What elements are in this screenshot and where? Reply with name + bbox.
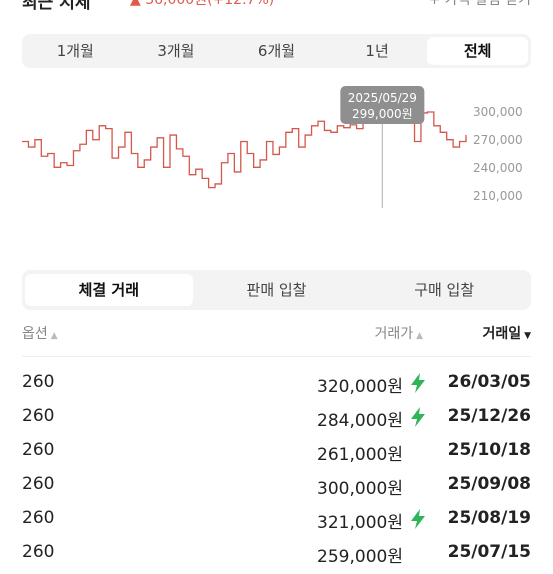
row-price: 300,000원 xyxy=(317,479,403,499)
row-option: 260 xyxy=(22,440,55,460)
row-option: 260 xyxy=(22,542,55,562)
chart-tooltip: 2025/05/29 299,000원 xyxy=(340,86,425,124)
column-date-label: 거래일 xyxy=(482,326,522,342)
row-option: 260 xyxy=(22,372,55,392)
sort-arrows-icon: ▲ xyxy=(50,331,58,341)
column-date[interactable]: 거래일 ▼ xyxy=(482,323,531,343)
price-change: ▲ 36,000원(+12.7%) xyxy=(130,0,275,8)
period-tabs: 1개월 3개월 6개월 1년 전체 xyxy=(22,34,531,68)
y-tick-label: 300,000 xyxy=(473,105,523,119)
table-row: 260 261,000원 25/10/18 xyxy=(22,438,531,472)
table-header: 옵션 ▲ 거래가 ▲ 거래일 ▼ xyxy=(22,320,531,346)
price-alert-link[interactable]: + 가격 알림 받기 xyxy=(429,0,531,9)
row-price: 259,000원 xyxy=(317,547,403,567)
trade-tabs: 체결 거래 판매 입찰 구매 입찰 xyxy=(22,270,531,310)
column-option[interactable]: 옵션 ▲ xyxy=(22,323,58,343)
tab-completed-trades[interactable]: 체결 거래 xyxy=(25,274,193,306)
tab-buy-bids[interactable]: 구매 입찰 xyxy=(360,274,528,306)
y-tick-label: 210,000 xyxy=(473,189,523,203)
tab-all[interactable]: 전체 xyxy=(427,37,528,65)
row-price: 284,000원 xyxy=(317,411,403,431)
y-tick-label: 270,000 xyxy=(473,133,523,147)
tab-sell-bids[interactable]: 판매 입찰 xyxy=(193,274,361,306)
price-chart[interactable]: 300,000 270,000 240,000 210,000 2025/05/29 29… xyxy=(0,80,553,220)
row-price: 320,000원 xyxy=(317,377,403,397)
lightning-bolt-icon xyxy=(411,509,425,529)
tooltip-date: 2025/05/29 xyxy=(348,91,417,105)
column-option-label: 옵션 xyxy=(22,326,48,342)
row-price: 261,000원 xyxy=(317,445,403,465)
table-row: 260 259,000원 25/07/15 xyxy=(22,540,531,574)
column-price[interactable]: 거래가 ▲ xyxy=(374,323,423,343)
table-row: 260 300,000원 25/09/08 xyxy=(22,472,531,506)
tab-1-month[interactable]: 1개월 xyxy=(25,37,126,65)
lightning-bolt-icon xyxy=(411,407,425,427)
row-date: 25/10/18 xyxy=(447,440,531,460)
tab-1-year[interactable]: 1년 xyxy=(327,37,428,65)
tab-3-months[interactable]: 3개월 xyxy=(126,37,227,65)
row-option: 260 xyxy=(22,508,55,528)
table-row: 260 284,000원 25/12/26 xyxy=(22,404,531,438)
row-option: 260 xyxy=(22,474,55,494)
trade-list: 260 320,000원 26/03/05 260 284,000원 25/12/26 26… xyxy=(22,370,531,574)
tooltip-value: 299,000원 xyxy=(352,107,413,121)
y-tick-label: 240,000 xyxy=(473,161,523,175)
sort-arrows-icon: ▲ xyxy=(416,331,423,341)
table-divider xyxy=(22,356,531,357)
table-row: 260 320,000원 26/03/05 xyxy=(22,370,531,404)
row-date: 26/03/05 xyxy=(447,372,531,392)
row-price: 321,000원 xyxy=(317,513,403,533)
recent-price-title: 최근 시세 xyxy=(22,0,91,13)
row-date: 25/09/08 xyxy=(447,474,531,494)
price-header: 최근 시세 ▲ 36,000원(+12.7%) + 가격 알림 받기 xyxy=(22,0,531,14)
sort-arrows-icon: ▼ xyxy=(524,331,531,341)
column-price-label: 거래가 xyxy=(374,326,414,342)
tab-6-months[interactable]: 6개월 xyxy=(226,37,327,65)
row-date: 25/08/19 xyxy=(447,508,531,528)
lightning-bolt-icon xyxy=(411,373,425,393)
row-date: 25/07/15 xyxy=(447,542,531,562)
table-row: 260 321,000원 25/08/19 xyxy=(22,506,531,540)
row-date: 25/12/26 xyxy=(447,406,531,426)
row-option: 260 xyxy=(22,406,55,426)
price-chart-svg: 300,000 270,000 240,000 210,000 2025/05/29 29… xyxy=(22,86,523,208)
